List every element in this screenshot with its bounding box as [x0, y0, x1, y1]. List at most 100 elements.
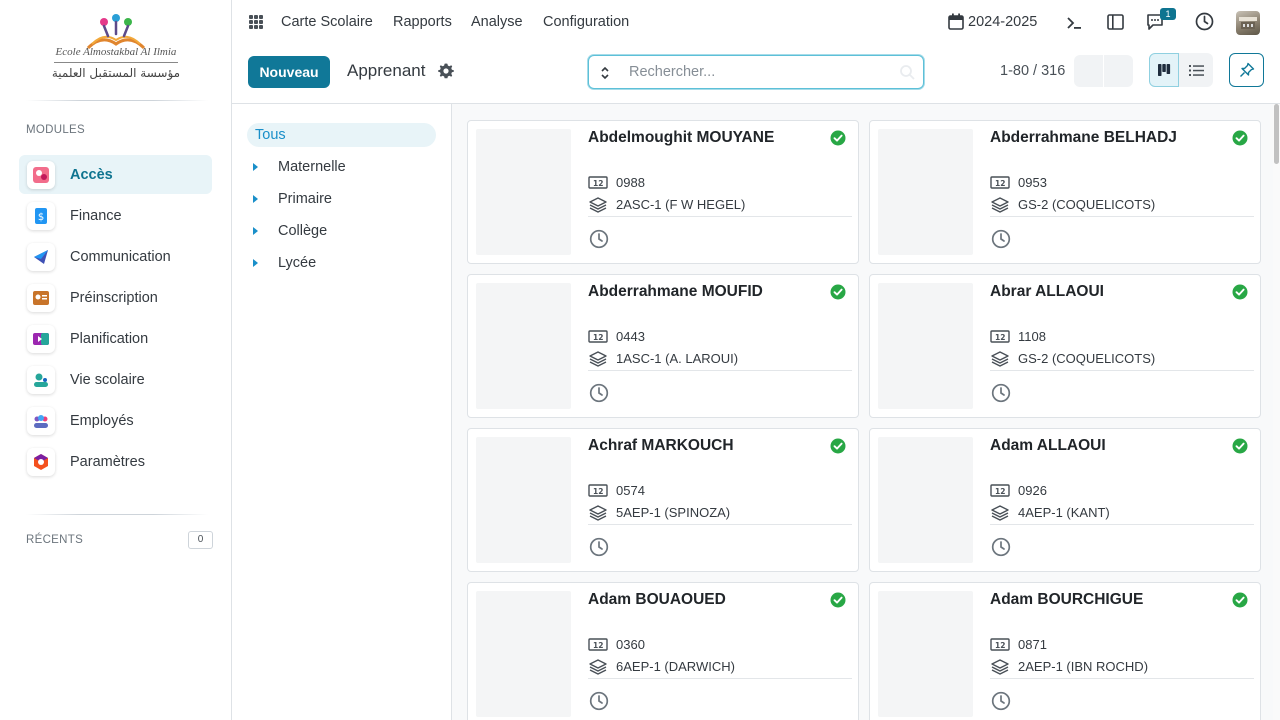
menu-analyse[interactable]: Analyse — [471, 14, 523, 30]
student-name: Abderrahmane MOUFID — [588, 283, 763, 300]
pin-icon — [1239, 62, 1254, 77]
svg-text:12: 12 — [593, 333, 603, 342]
activity-clock-icon[interactable] — [589, 691, 609, 711]
scrollbar-thumb[interactable] — [1274, 104, 1279, 164]
activity-clock-icon[interactable] — [589, 229, 609, 249]
activity-clock-icon[interactable] — [1195, 12, 1214, 31]
caret-right-icon[interactable] — [253, 163, 258, 171]
communication-icon — [27, 242, 55, 271]
sidebar-item-label: Finance — [70, 207, 122, 224]
activity-clock-icon[interactable] — [991, 691, 1011, 711]
activity-clock-icon[interactable] — [589, 537, 609, 557]
filter-lycee[interactable]: Lycée — [247, 251, 436, 275]
sidebar-item-preinscription[interactable]: Préinscription — [19, 278, 212, 317]
activity-clock-icon[interactable] — [991, 537, 1011, 557]
top-navbar: Carte Scolaire Rapports Analyse Configur… — [232, 0, 1280, 46]
app-menu-icon[interactable] — [249, 15, 263, 29]
student-id-row: 12 1108 — [990, 329, 1046, 344]
layout-panel-icon[interactable] — [1107, 14, 1124, 30]
card-divider — [588, 524, 852, 525]
search-icon[interactable] — [899, 64, 915, 80]
layers-icon — [990, 504, 1010, 521]
logo-name-latin: Ecole Almostakbal Al Ilmia — [55, 46, 177, 58]
vie-scolaire-icon — [27, 365, 55, 394]
pager-previous-button[interactable] — [1074, 55, 1104, 87]
student-card[interactable]: Adam ALLAOUI 12 0926 4AEP-1 (KANT) — [869, 428, 1261, 572]
student-class-row: 4AEP-1 (KANT) — [990, 504, 1110, 521]
access-icon — [27, 160, 55, 189]
svg-text:12: 12 — [593, 487, 603, 496]
caret-right-icon[interactable] — [253, 227, 258, 235]
search-input[interactable] — [629, 62, 889, 82]
terminal-icon[interactable] — [1066, 15, 1082, 31]
sidebar-item-label: Communication — [70, 248, 171, 265]
gear-icon[interactable] — [437, 62, 455, 80]
academic-year-selector[interactable]: 2024-2025 — [968, 14, 1037, 30]
sidebar-item-label: Accès — [70, 166, 113, 183]
student-card[interactable]: Abrar ALLAOUI 12 1108 GS-2 (COQUELICOTS) — [869, 274, 1261, 418]
student-class: 6AEP-1 (DARWICH) — [616, 659, 735, 674]
user-avatar[interactable] — [1236, 11, 1260, 35]
caret-right-icon[interactable] — [253, 259, 258, 267]
layers-icon — [588, 658, 608, 675]
student-id-row: 12 0871 — [990, 637, 1047, 652]
layers-icon — [990, 658, 1010, 675]
activity-clock-icon[interactable] — [991, 229, 1011, 249]
student-card[interactable]: Adam BOURCHIGUE 12 0871 2AEP-1 (IBN ROCH… — [869, 582, 1261, 720]
activity-clock-icon[interactable] — [991, 383, 1011, 403]
messages-count-badge: 1 — [1160, 8, 1176, 20]
activity-clock-icon[interactable] — [589, 383, 609, 403]
filter-label: Maternelle — [278, 159, 346, 175]
student-class-row: GS-2 (COQUELICOTS) — [990, 196, 1155, 213]
menu-carte-scolaire[interactable]: Carte Scolaire — [281, 14, 373, 30]
student-id-row: 12 0953 — [990, 175, 1047, 190]
id-card-icon: 12 — [588, 638, 608, 652]
kanban-view-button[interactable] — [1149, 53, 1179, 87]
new-button[interactable]: Nouveau — [248, 56, 330, 88]
id-card-icon: 12 — [990, 638, 1010, 652]
sidebar-item-communication[interactable]: Communication — [19, 237, 212, 276]
list-view-button[interactable] — [1179, 53, 1213, 87]
caret-right-icon[interactable] — [253, 195, 258, 203]
modules-heading: MODULES — [26, 124, 85, 136]
pager-next-button[interactable] — [1104, 55, 1133, 87]
student-class: 1ASC-1 (A. LAROUI) — [616, 351, 739, 366]
map-view-button[interactable] — [1229, 53, 1264, 87]
student-class: GS-2 (COQUELICOTS) — [1018, 351, 1156, 366]
sidebar-item-finance[interactable]: $ Finance — [19, 196, 212, 235]
menu-configuration[interactable]: Configuration — [543, 14, 629, 30]
calendar-icon[interactable] — [948, 13, 964, 30]
student-card[interactable]: Abderrahmane BELHADJ 12 0953 GS-2 (COQUE… — [869, 120, 1261, 264]
student-card[interactable]: Achraf MARKOUCH 12 0574 5AEP-1 (SPINOZA) — [467, 428, 859, 572]
student-class-row: 1ASC-1 (A. LAROUI) — [588, 350, 739, 367]
svg-text:12: 12 — [995, 333, 1005, 342]
filter-label: Tous — [255, 127, 286, 143]
student-card[interactable]: Abderrahmane MOUFID 12 0443 1ASC-1 (A. L… — [467, 274, 859, 418]
sidebar-item-planification[interactable]: Planification — [19, 319, 212, 358]
sidebar-item-label: Planification — [70, 330, 149, 347]
filter-tous[interactable]: Tous — [247, 123, 436, 147]
search-bar — [588, 55, 924, 89]
svg-text:12: 12 — [995, 487, 1005, 496]
filter-primaire[interactable]: Primaire — [247, 187, 436, 211]
sidebar: Ecole Almostakbal Al Ilmia مؤسسة المستقب… — [0, 0, 232, 720]
id-card-icon: 12 — [588, 330, 608, 344]
scrollbar-track[interactable] — [1273, 104, 1280, 720]
student-card[interactable]: Adam BOUAOUED 12 0360 6AEP-1 (DARWICH) — [467, 582, 859, 720]
student-name: Adam BOURCHIGUE — [990, 591, 1144, 608]
pager-value[interactable]: 1-80 / 316 — [1000, 63, 1065, 79]
menu-rapports[interactable]: Rapports — [393, 14, 452, 30]
student-card[interactable]: Abdelmoughit MOUYANE 12 0988 2ASC-1 (F W… — [467, 120, 859, 264]
card-divider — [990, 216, 1254, 217]
filter-college[interactable]: Collège — [247, 219, 436, 243]
filter-maternelle[interactable]: Maternelle — [247, 155, 436, 179]
kanban-area: Abdelmoughit MOUYANE 12 0988 2ASC-1 (F W… — [452, 104, 1280, 720]
employes-icon — [27, 406, 55, 435]
sidebar-item-employes[interactable]: Employés — [19, 401, 212, 440]
check-circle-icon — [1232, 438, 1248, 454]
sidebar-item-vie-scolaire[interactable]: Vie scolaire — [19, 360, 212, 399]
sidebar-item-parametres[interactable]: Paramètres — [19, 442, 212, 481]
search-panel-toggle-icon[interactable] — [597, 65, 613, 81]
sidebar-item-acces[interactable]: Accès — [19, 155, 212, 194]
school-logo[interactable]: Ecole Almostakbal Al Ilmia مؤسسة المستقب… — [50, 12, 182, 86]
